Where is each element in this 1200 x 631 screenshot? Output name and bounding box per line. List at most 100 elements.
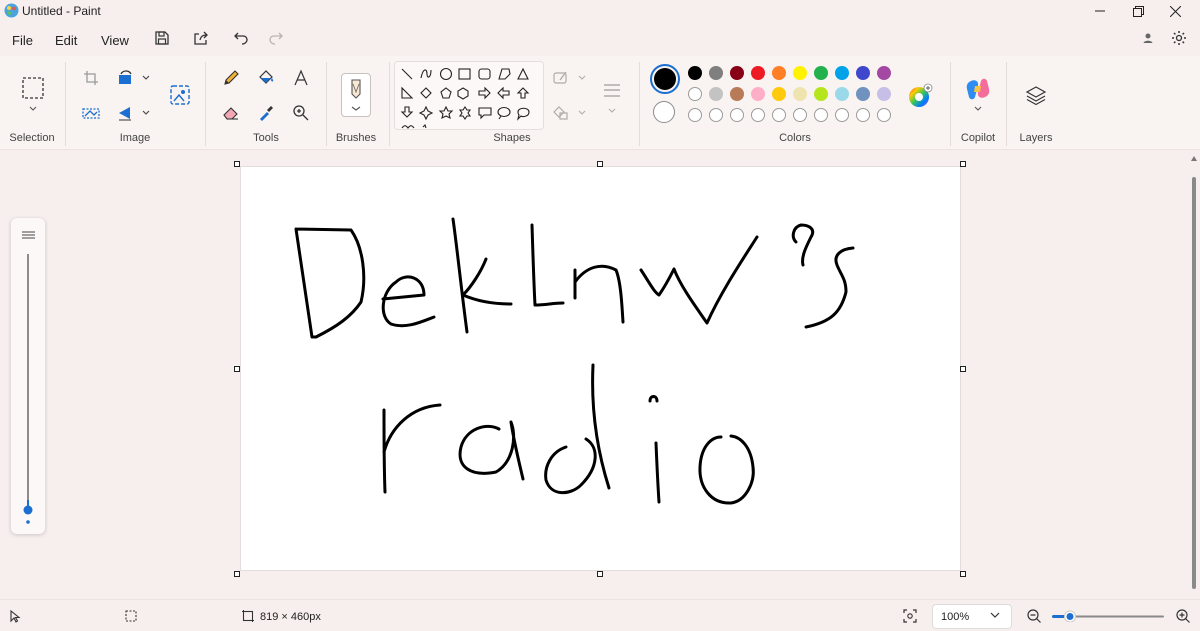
crop-icon (84, 71, 98, 85)
resize-handle[interactable] (234, 366, 240, 372)
drawing-canvas[interactable] (240, 166, 961, 571)
menu-view[interactable]: View (101, 31, 129, 50)
zoom-out-button[interactable] (1026, 608, 1042, 624)
custom-color-slot[interactable] (814, 108, 828, 122)
color-swatch[interactable] (814, 66, 828, 80)
color-swatch[interactable] (709, 66, 723, 80)
zoom-slider-thumb (1066, 613, 1074, 620)
save-button[interactable] (150, 28, 174, 48)
shape-fill-button[interactable] (551, 103, 587, 123)
layers-button[interactable] (1021, 80, 1051, 110)
stroke-size-button[interactable] (598, 78, 626, 114)
rotate-icon (119, 70, 150, 84)
canvas-size-label: 819 × 460px (260, 611, 321, 623)
primary-color-button[interactable] (650, 64, 680, 94)
shapes-gallery-icons (400, 67, 530, 129)
shape-outline-button[interactable] (551, 68, 587, 88)
resize-handle[interactable] (597, 571, 603, 577)
size-slider-track (27, 254, 29, 506)
custom-color-slot[interactable] (835, 108, 849, 122)
account-button[interactable] (1136, 28, 1160, 48)
color-swatch[interactable] (793, 66, 807, 80)
resize-handle[interactable] (234, 571, 240, 577)
color-swatch[interactable] (793, 87, 807, 101)
custom-color-slot[interactable] (709, 108, 723, 122)
shapes-gallery (394, 61, 544, 130)
color-swatch[interactable] (856, 66, 870, 80)
color-swatch[interactable] (751, 87, 765, 101)
custom-color-slot[interactable] (793, 108, 807, 122)
color-swatch[interactable] (688, 87, 702, 101)
close-button[interactable] (1152, 0, 1198, 22)
share-button[interactable] (189, 28, 213, 48)
text-tool-button[interactable] (289, 67, 313, 89)
flip-icon (119, 107, 150, 121)
color-swatch[interactable] (835, 87, 849, 101)
color-swatch[interactable] (730, 66, 744, 80)
crop-button[interactable] (80, 68, 102, 88)
settings-button[interactable] (1167, 28, 1191, 48)
zoom-in-button[interactable] (1175, 608, 1191, 624)
color-wheel-icon (909, 83, 933, 107)
color-swatch[interactable] (751, 66, 765, 80)
redo-icon (269, 32, 283, 45)
vertical-scrollbar[interactable] (1188, 151, 1200, 598)
color-picker-button[interactable] (254, 102, 278, 124)
resize-handle[interactable] (597, 161, 603, 167)
menu-edit[interactable]: Edit (55, 31, 77, 50)
menu-file[interactable]: File (12, 31, 33, 50)
cursor-position-indicator (8, 609, 22, 623)
scroll-thumb (1192, 177, 1196, 589)
resize-handle[interactable] (960, 161, 966, 167)
custom-color-slot[interactable] (751, 108, 765, 122)
color-swatch[interactable] (772, 66, 786, 80)
custom-color-slot[interactable] (877, 108, 891, 122)
title-bar (0, 0, 1200, 22)
eyedropper-icon (260, 106, 273, 121)
shape-fill-icon (553, 106, 586, 120)
layers-icon (1025, 86, 1047, 106)
line-thickness-icon (22, 231, 35, 239)
color-swatch[interactable] (772, 87, 786, 101)
color-swatch[interactable] (877, 66, 891, 80)
save-icon (155, 31, 169, 45)
pencil-tool-button[interactable] (219, 67, 243, 89)
resize-handle[interactable] (234, 161, 240, 167)
custom-color-slot[interactable] (772, 108, 786, 122)
edit-colors-button[interactable] (906, 82, 934, 110)
redo-button[interactable] (264, 28, 288, 48)
custom-color-slot[interactable] (856, 108, 870, 122)
eraser-tool-button[interactable] (219, 102, 243, 124)
image-creator-button[interactable] (166, 80, 194, 110)
rotate-button[interactable] (116, 68, 152, 88)
color-swatch[interactable] (730, 87, 744, 101)
scroll-up-icon (1191, 156, 1197, 161)
undo-button[interactable] (229, 28, 253, 48)
color-swatch[interactable] (709, 87, 723, 101)
resize-handle[interactable] (960, 571, 966, 577)
account-icon (1143, 33, 1153, 43)
hand-drawn-lettering (294, 217, 855, 505)
resize-handle[interactable] (960, 366, 966, 372)
custom-color-slot[interactable] (688, 108, 702, 122)
custom-color-slot[interactable] (730, 108, 744, 122)
color-swatch[interactable] (877, 87, 891, 101)
close-icon (1169, 5, 1181, 17)
color-swatch[interactable] (835, 66, 849, 80)
fit-to-window-button[interactable] (902, 608, 918, 624)
flip-button[interactable] (116, 103, 152, 123)
color-swatch[interactable] (814, 87, 828, 101)
window-title: Untitled - Paint (22, 4, 101, 18)
zoom-slider[interactable] (1050, 610, 1166, 622)
color-swatch[interactable] (856, 87, 870, 101)
magnifier-tool-button[interactable] (289, 102, 313, 124)
resize-button[interactable] (80, 103, 102, 123)
color-swatch[interactable] (688, 66, 702, 80)
magnifier-icon (293, 105, 309, 121)
brushes-button[interactable] (341, 73, 371, 117)
selection-tool-button[interactable] (16, 72, 50, 116)
restore-icon (1132, 5, 1144, 17)
copilot-button[interactable] (962, 76, 994, 112)
fill-tool-button[interactable] (254, 67, 278, 89)
secondary-color-button[interactable] (653, 101, 675, 123)
